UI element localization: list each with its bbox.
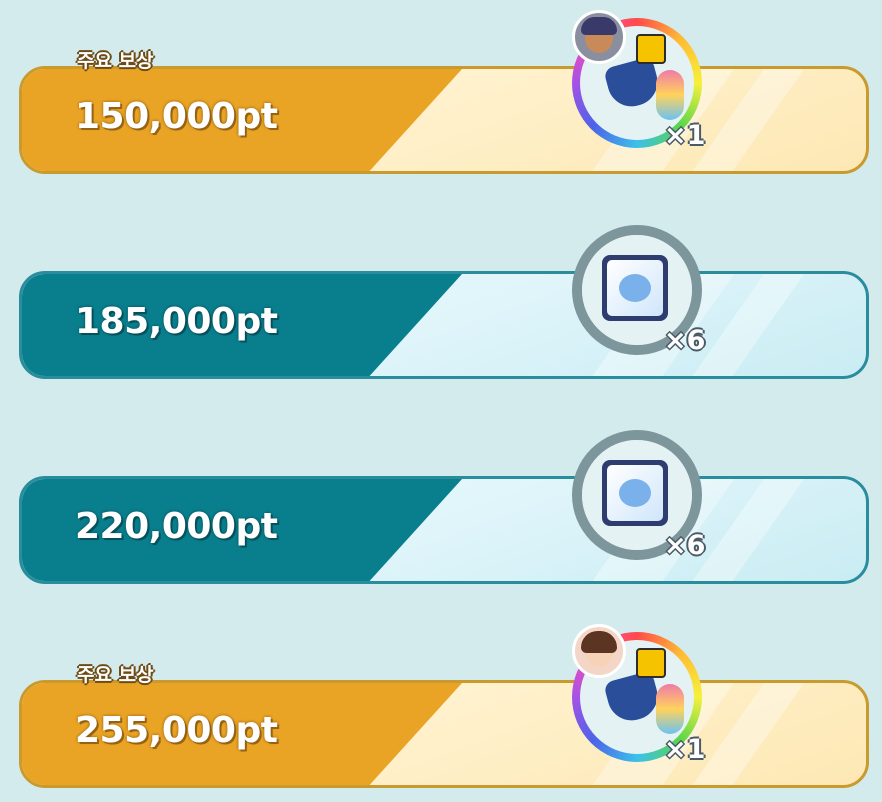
points-threshold: 185,000pt [75,301,278,342]
boots-icon [603,56,663,112]
reward-quantity: ×6 [664,325,706,356]
card-icon [636,34,666,64]
character-portrait-icon [572,624,626,678]
main-reward-tag: 주요 보상 [77,664,154,686]
reward-row-1[interactable]: 주요 보상 150,000pt ×1 [19,10,869,174]
scarf-icon [656,70,684,120]
reward-quantity: ×1 [664,120,706,151]
boots-icon [603,670,663,726]
reward-row-2[interactable]: 185,000pt ×6 [19,225,869,379]
card-icon [636,648,666,678]
points-threshold: 150,000pt [75,96,278,137]
reward-quantity: ×6 [664,530,706,561]
reward-row-4[interactable]: 주요 보상 255,000pt ×1 [19,624,869,788]
scarf-icon [656,684,684,734]
points-threshold: 255,000pt [75,710,278,751]
character-portrait-icon [572,10,626,64]
main-reward-tag: 주요 보상 [77,50,154,72]
reward-row-3[interactable]: 220,000pt ×6 [19,430,869,584]
ticket-icon [602,460,668,526]
ticket-icon [602,255,668,321]
points-threshold: 220,000pt [75,506,278,547]
reward-quantity: ×1 [664,734,706,765]
